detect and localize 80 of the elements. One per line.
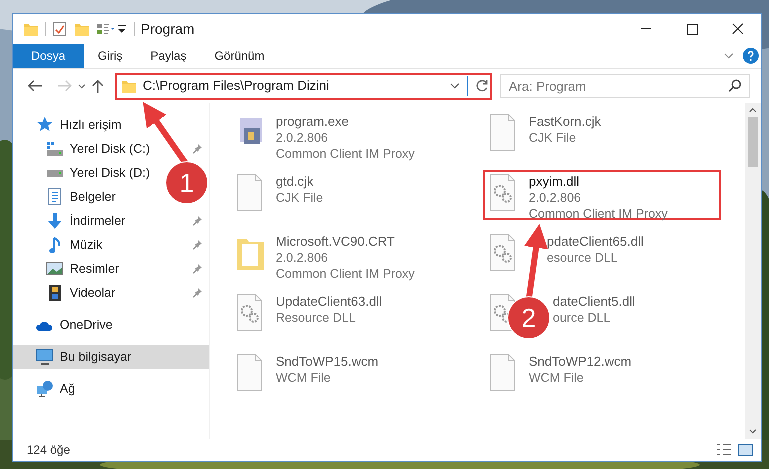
window-title: Program <box>141 20 195 39</box>
drive-icon <box>46 141 64 157</box>
item-count: 124 öğe <box>27 442 70 459</box>
download-arrow-icon <box>47 212 63 230</box>
blank-file-icon <box>489 354 517 392</box>
file-detail: Common Client IM Proxy <box>276 146 415 162</box>
file-item[interactable]: pxyim.dll 2.0.2.806 Common Client IM Proxy <box>483 170 721 220</box>
pin-icon[interactable] <box>191 143 203 155</box>
step-marker <box>166 162 208 204</box>
file-name: SndToWP12.wcm <box>529 354 632 370</box>
sidebar-item[interactable]: Yerel Disk (D:) <box>13 161 156 185</box>
file-detail: Resource DLL <box>276 310 357 326</box>
network-icon <box>36 380 54 398</box>
search-field[interactable]: Ara: Program <box>500 74 750 98</box>
step-number: 1 <box>180 168 194 198</box>
drive-icon <box>46 170 64 176</box>
sidebar-item[interactable]: Hızlı erişim <box>13 113 128 137</box>
scrollbar[interactable] <box>745 103 761 439</box>
file-name: pdateClient65.dll <box>547 234 644 250</box>
ribbon-tab[interactable]: Görünüm <box>200 44 279 68</box>
document-icon <box>48 188 62 206</box>
refresh-icon[interactable] <box>474 78 490 94</box>
gear-file-icon <box>489 234 517 272</box>
scrollbar-thumb[interactable] <box>748 117 758 167</box>
file-name: program.exe <box>276 114 350 130</box>
pin-icon[interactable] <box>191 239 203 251</box>
file-detail: WCM File <box>276 370 332 386</box>
blank-file-icon <box>489 114 517 152</box>
file-detail: 2.0.2.806 <box>276 250 330 266</box>
address-path: C:\Program Files\Program Dizini <box>143 77 330 96</box>
sidebar-item[interactable]: Videolar <box>13 281 122 305</box>
music-note-icon <box>49 236 61 254</box>
sidebar-item[interactable]: Yerel Disk (C:) <box>13 137 156 161</box>
image-icon <box>46 262 64 276</box>
film-icon <box>49 284 61 302</box>
blank-file-icon <box>236 174 264 212</box>
file-detail: Common Client IM Proxy <box>529 206 668 222</box>
sidebar-item[interactable]: İndirmeler <box>13 209 132 233</box>
file-name: SndToWP15.wcm <box>276 354 379 370</box>
file-detail: 2.0.2.806 <box>276 130 330 146</box>
file-name: gtd.cjk <box>276 174 315 190</box>
pin-icon[interactable] <box>191 263 203 275</box>
file-detail: WCM File <box>529 370 585 386</box>
address-bar[interactable]: C:\Program Files\Program Dizini <box>115 72 492 100</box>
blank-file-icon <box>236 354 264 392</box>
step-marker <box>508 296 550 340</box>
details-view-icon[interactable] <box>715 442 733 458</box>
large-icons-view-icon[interactable] <box>737 442 755 458</box>
file-name: FastKorn.cjk <box>529 114 602 130</box>
sidebar-item[interactable]: Belgeler <box>13 185 122 209</box>
file-name: UpdateClient63.dll <box>276 294 382 310</box>
ribbon-tab[interactable]: Paylaş <box>136 44 201 68</box>
step-number: 2 <box>522 303 536 333</box>
help-icon[interactable] <box>743 48 759 64</box>
properties-icon[interactable] <box>52 21 68 37</box>
file-detail: Common Client IM Proxy <box>276 266 415 282</box>
file-name: pxyim.dll <box>529 174 581 190</box>
cloud-icon <box>36 320 54 330</box>
file-name: Microsoft.VC90.CRT <box>276 234 396 250</box>
file-detail: ource DLL <box>553 310 612 326</box>
gear-file-icon <box>236 294 264 332</box>
sidebar-item[interactable]: Bu bilgisayar <box>13 345 209 369</box>
sidebar-item[interactable]: OneDrive <box>13 313 119 337</box>
gear-file-icon <box>489 174 517 212</box>
monitor-icon <box>36 348 54 366</box>
file-name: dateClient5.dll <box>553 294 636 310</box>
sidebar-item[interactable]: Resimler <box>13 257 126 281</box>
file-detail: esource DLL <box>547 250 619 266</box>
search-icon[interactable] <box>728 79 742 93</box>
file-detail: CJK File <box>276 190 324 206</box>
sidebar-item[interactable]: Ağ <box>13 377 82 401</box>
folder-icon <box>121 79 137 93</box>
pin-icon[interactable] <box>191 287 203 299</box>
star-icon <box>36 117 54 133</box>
ribbon-tab[interactable]: Dosya <box>13 44 84 68</box>
pin-icon[interactable] <box>191 215 203 227</box>
file-detail: CJK File <box>529 130 578 146</box>
sidebar-item[interactable]: Müzik <box>13 233 109 257</box>
file-detail: 2.0.2.806 <box>529 190 582 206</box>
ribbon-tab[interactable]: Giriş <box>84 44 137 68</box>
